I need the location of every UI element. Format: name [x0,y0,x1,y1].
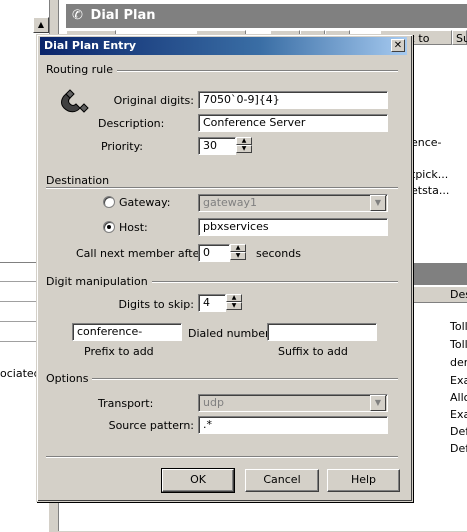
ok-button[interactable]: OK [161,468,235,493]
scroll-up-arrow[interactable]: ▲ [33,17,49,33]
spin-down-icon[interactable]: ▼ [230,252,246,260]
suffix-field[interactable] [267,323,377,341]
lower-row-text: Allo [450,391,467,404]
group-separator [46,187,398,189]
options-group-label: Options [46,372,93,385]
lower-row-text: Exa [450,408,467,421]
priority-label: Priority: [100,140,143,153]
help-button[interactable]: Help [327,469,400,492]
dialog-titlebar[interactable]: Dial Plan Entry [40,37,407,55]
lower-column-header[interactable]: Des [450,288,467,301]
digits-to-skip-label: Digits to skip: [118,298,195,311]
description-label: Description: [98,117,165,130]
lower-row-text: Toll [450,338,467,351]
gateway-dropdown-button[interactable]: ▼ [370,195,386,211]
telephone-icon [58,86,90,116]
gateway-radio[interactable] [103,196,115,208]
transport-label: Transport: [98,397,154,410]
original-digits-field[interactable]: 7050`0-9]{4} [198,91,388,109]
lower-pane-title [410,263,467,285]
dialed-number-label: Dialed number [188,327,270,340]
spin-up-icon[interactable]: ▲ [226,294,242,302]
seconds-label: seconds [256,247,301,260]
source-pattern-label: Source pattern: [108,419,194,432]
dialog-title: Dial Plan Entry [44,39,137,52]
cancel-button[interactable]: Cancel [245,469,319,492]
source-pattern-field[interactable]: .* [198,416,388,434]
column-header[interactable]: Su [452,30,467,45]
suffix-caption: Suffix to add [278,345,348,358]
lower-row-text: Def [450,442,467,455]
gateway-select[interactable]: gateway1 [198,194,388,212]
close-icon: ✕ [393,40,403,51]
spin-up-icon[interactable]: ▲ [230,244,246,252]
lower-row-text: Def [450,425,467,438]
prefix-caption: Prefix to add [84,345,154,358]
close-button[interactable]: ✕ [391,39,405,52]
spin-up-icon[interactable]: ▲ [236,137,252,145]
call-next-member-spinner[interactable]: ▲ ▼ [230,244,246,262]
description-field[interactable]: Conference Server [198,114,388,132]
window-title-text: Dial Plan [90,8,156,23]
digits-to-skip-field[interactable]: 4 [198,294,226,312]
host-field[interactable]: pbxservices [198,218,388,236]
chevron-down-icon: ▼ [374,198,382,207]
gateway-label: Gateway: [119,196,171,209]
table-cell: tpick... [411,168,449,181]
destination-group-label: Destination [46,174,114,187]
host-radio[interactable] [103,221,115,233]
group-separator [46,378,398,380]
call-next-member-field[interactable]: 0 [198,244,230,262]
spin-down-icon[interactable]: ▼ [226,302,242,310]
digit-manipulation-group-label: Digit manipulation [46,275,152,288]
lower-row-text: Toll [450,320,467,333]
dial-plan-window-title: ✆ Dial Plan [66,4,467,28]
left-list-text: ociated [0,367,41,380]
phone-icon: ✆ [72,8,83,23]
priority-spinner[interactable]: ▲ ▼ [236,137,252,155]
spin-down-icon[interactable]: ▼ [236,145,252,153]
call-next-member-label: Call next member after [76,247,204,260]
chevron-down-icon: ▼ [374,398,382,407]
host-label: Host: [119,221,148,234]
lower-row-text: den [450,356,467,369]
table-cell: ence- [411,136,442,149]
table-cell: etsta... [411,184,450,197]
transport-select[interactable]: udp [198,394,388,412]
digits-to-skip-spinner[interactable]: ▲ ▼ [226,294,242,312]
button-separator [46,456,398,458]
routing-rule-group-label: Routing rule [46,63,117,76]
priority-field[interactable]: 30 [198,137,236,155]
original-digits-label: Original digits: [113,94,194,107]
lower-row-text: Exa [450,374,467,387]
transport-dropdown-button[interactable]: ▼ [370,395,386,411]
prefix-field[interactable]: conference- [72,323,182,341]
